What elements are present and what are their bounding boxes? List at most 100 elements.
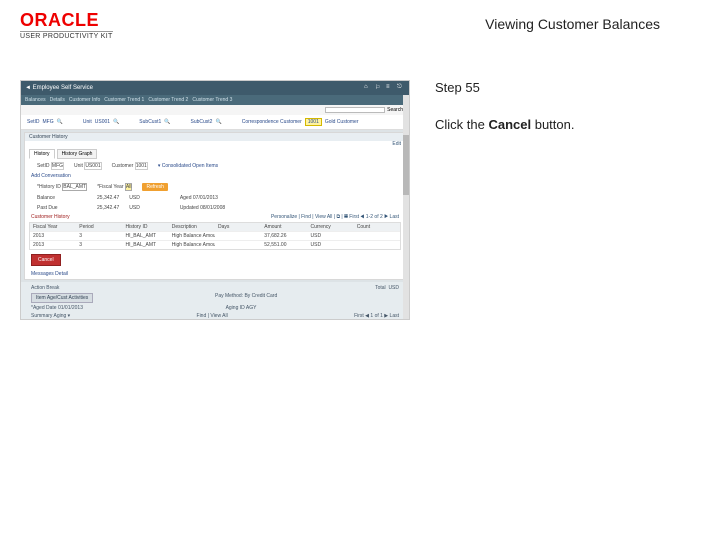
col-currency[interactable]: Currency bbox=[308, 223, 354, 231]
history-panel: Customer History Edit History History Gr… bbox=[24, 132, 406, 280]
corr-name: Gold Customer bbox=[325, 119, 359, 125]
fiscal-select[interactable]: All bbox=[125, 183, 133, 191]
fiscal-label: *Fiscal Year bbox=[97, 184, 123, 190]
titlebar-text: ◄ Employee Self Service bbox=[25, 85, 93, 91]
cell: USD bbox=[308, 241, 354, 249]
customer-history-title: Customer History bbox=[25, 213, 76, 221]
brand-logo: ORACLE bbox=[20, 10, 113, 31]
cell bbox=[215, 241, 261, 249]
cell: 2013 bbox=[30, 232, 76, 240]
cell bbox=[354, 241, 400, 249]
app-menubar: Balances Details Customer Info Customer … bbox=[21, 95, 409, 105]
search-row: Search bbox=[21, 105, 409, 115]
home-icon[interactable]: ⌂ bbox=[364, 84, 372, 92]
col-history-id[interactable]: History ID bbox=[123, 223, 169, 231]
col-period[interactable]: Period bbox=[76, 223, 122, 231]
panel-title: Customer History bbox=[25, 133, 405, 141]
menu-item[interactable]: Customer Info bbox=[69, 97, 100, 103]
search-input[interactable] bbox=[325, 107, 385, 113]
brand-subtitle: USER PRODUCTIVITY KIT bbox=[20, 31, 113, 40]
app-screenshot: ◄ Employee Self Service ⌂ ⚐ ≡ ⎋ Balances… bbox=[20, 80, 410, 320]
histid-select[interactable]: BAL_AMT bbox=[62, 183, 87, 191]
col-count[interactable]: Count bbox=[354, 223, 400, 231]
paginator[interactable]: First ◀ 1 of 1 ▶ Last bbox=[354, 313, 399, 319]
cell bbox=[354, 232, 400, 240]
logo-block: ORACLE USER PRODUCTIVITY KIT bbox=[20, 10, 113, 40]
instruction-suffix: button. bbox=[531, 117, 574, 132]
grid-toolbar[interactable]: Personalize | Find | View All | ⧉ | ▦ Fi… bbox=[271, 214, 405, 220]
menu-item[interactable]: Customer Trend 2 bbox=[148, 97, 188, 103]
add-conversation-link[interactable]: Add Conversation bbox=[25, 171, 405, 181]
logout-icon[interactable]: ⎋ bbox=[397, 84, 405, 92]
expand-icon[interactable]: ▾ bbox=[158, 163, 161, 169]
balance-label: Balance bbox=[37, 195, 55, 201]
cell: 3 bbox=[76, 241, 122, 249]
table-row: 2013 3 HI_BAL_AMT High Balance Amount 37… bbox=[30, 231, 400, 240]
item-age-button[interactable]: Item Age/Cust Activities bbox=[31, 293, 93, 303]
cell: 52,551.00 bbox=[261, 241, 307, 249]
tab-history[interactable]: History bbox=[29, 149, 55, 159]
menu-icon[interactable]: ≡ bbox=[386, 84, 394, 92]
pastdue-value: 25,342.47 bbox=[97, 205, 119, 211]
cell bbox=[215, 232, 261, 240]
app-titlebar: ◄ Employee Self Service ⌂ ⚐ ≡ ⎋ bbox=[21, 81, 409, 95]
menu-item[interactable]: Balances bbox=[25, 97, 46, 103]
scrollbar-thumb[interactable] bbox=[403, 135, 409, 195]
cell: High Balance Amount bbox=[169, 232, 215, 240]
customer-label: Customer bbox=[112, 163, 134, 169]
setid-label: SetID bbox=[27, 119, 40, 125]
messages-detail-link[interactable]: Messages Detail bbox=[25, 269, 405, 279]
balance-value: 25,342.47 bbox=[97, 195, 119, 201]
aging-id: Aging ID AGY bbox=[226, 305, 257, 311]
search-button[interactable]: Search bbox=[387, 107, 403, 113]
menu-item[interactable]: Customer Trend 1 bbox=[104, 97, 144, 103]
cell: HI_BAL_AMT bbox=[123, 232, 169, 240]
unit2-value[interactable]: US001 bbox=[84, 162, 101, 170]
unit-value: US001 bbox=[95, 119, 110, 125]
total-label: Total bbox=[375, 285, 386, 291]
step-number: Step 55 bbox=[435, 80, 665, 95]
aged-date: *Aged Date 01/01/2013 bbox=[31, 305, 83, 311]
instruction-panel: Step 55 Click the Cancel button. bbox=[435, 80, 665, 320]
lookup-icon[interactable]: 🔍 bbox=[215, 119, 221, 125]
col-days[interactable]: Days bbox=[215, 223, 261, 231]
aged-label: Aged bbox=[180, 195, 192, 201]
cell: 37,682.26 bbox=[261, 232, 307, 240]
find-viewall[interactable]: Find | View All bbox=[197, 313, 228, 319]
tab-history-graph[interactable]: History Graph bbox=[57, 149, 98, 159]
lookup-icon[interactable]: 🔍 bbox=[113, 119, 119, 125]
updated-label: Updated bbox=[180, 205, 199, 211]
cell: 2013 bbox=[30, 241, 76, 249]
col-amount[interactable]: Amount bbox=[261, 223, 307, 231]
lookup-icon[interactable]: 🔍 bbox=[57, 119, 63, 125]
aged-value: 07/01/2013 bbox=[193, 195, 218, 201]
total-cur: USD bbox=[388, 285, 399, 291]
col-fiscal-year[interactable]: Fiscal Year bbox=[30, 223, 76, 231]
cancel-button[interactable]: Cancel bbox=[31, 254, 61, 266]
pastdue-label: Past Due bbox=[37, 205, 58, 211]
cell: 3 bbox=[76, 232, 122, 240]
setid2-value[interactable]: MFG bbox=[51, 162, 64, 170]
menu-item[interactable]: Customer Trend 3 bbox=[192, 97, 232, 103]
unit-label: Unit bbox=[83, 119, 92, 125]
grid-header: Fiscal Year Period History ID Descriptio… bbox=[30, 223, 400, 231]
cell: HI_BAL_AMT bbox=[123, 241, 169, 249]
consolidated-link[interactable]: Consolidated Open Items bbox=[162, 163, 218, 169]
lookup-icon[interactable]: 🔍 bbox=[164, 119, 170, 125]
menu-item[interactable]: Details bbox=[50, 97, 65, 103]
corr-value[interactable]: 1001 bbox=[305, 118, 322, 126]
id-row: SetID MFG 🔍 Unit US001 🔍 SubCust1 🔍 SubC… bbox=[21, 115, 409, 130]
instruction-prefix: Click the bbox=[435, 117, 488, 132]
col-description[interactable]: Description bbox=[169, 223, 215, 231]
setid-value: MFG bbox=[43, 119, 54, 125]
pastdue-cur: USD bbox=[129, 205, 140, 211]
scrollbar[interactable] bbox=[403, 95, 409, 319]
refresh-button[interactable]: Refresh bbox=[142, 183, 168, 191]
page-title: Viewing Customer Balances bbox=[485, 16, 660, 32]
unit2-label: Unit bbox=[74, 163, 83, 169]
flag-icon[interactable]: ⚐ bbox=[375, 84, 383, 92]
summary-aging[interactable]: Summary Aging ▾ bbox=[31, 313, 70, 319]
histid-label: *History ID bbox=[37, 184, 61, 190]
customer-value[interactable]: 1001 bbox=[135, 162, 148, 170]
table-row: 2013 3 HI_BAL_AMT High Balance Amount 52… bbox=[30, 240, 400, 249]
